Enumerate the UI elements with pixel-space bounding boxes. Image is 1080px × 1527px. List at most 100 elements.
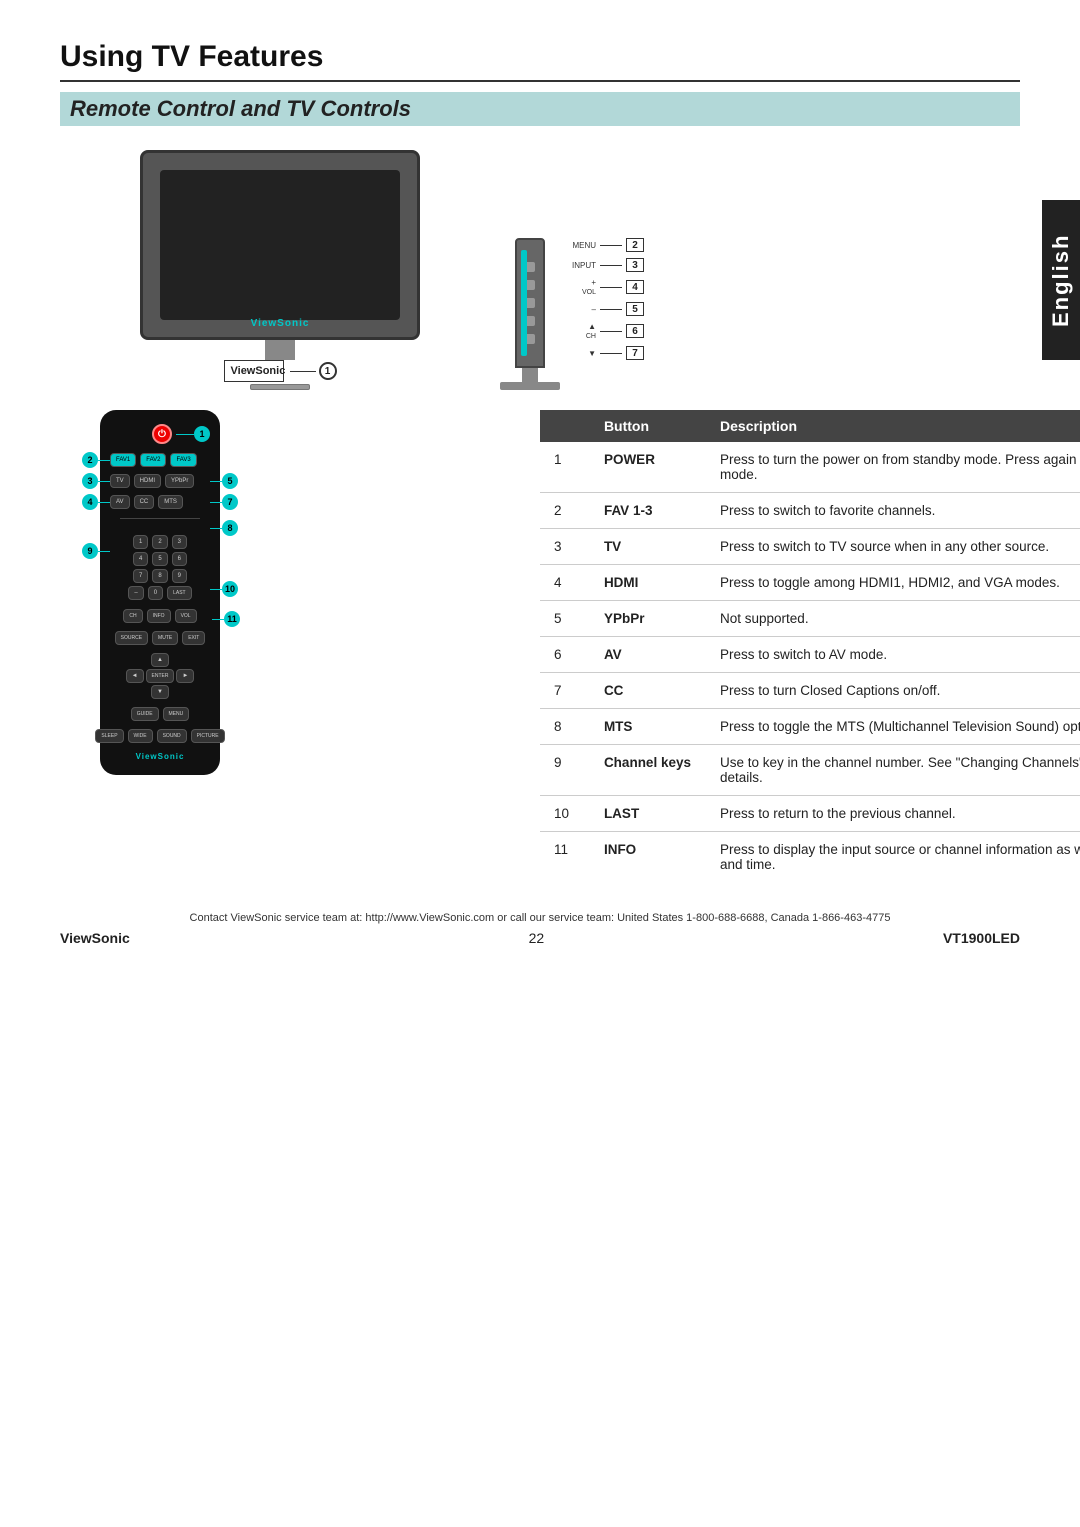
btn-dash[interactable]: –	[128, 586, 143, 600]
btn-4[interactable]: 4	[133, 552, 148, 566]
ypbpr-btn[interactable]: YPbPr	[165, 474, 194, 488]
table-column: Button Description 1 POWER Press to turn…	[290, 410, 1080, 882]
col-num-header	[540, 410, 590, 442]
row-num: 7	[540, 673, 590, 709]
page-container: English Using TV Features Remote Control…	[0, 0, 1080, 1527]
side-strip	[521, 250, 527, 356]
hdmi-btn[interactable]: HDMI	[134, 474, 161, 488]
callout-remote-5: 5	[222, 473, 238, 489]
guide-btn[interactable]: GUIDE	[131, 707, 159, 721]
numrow-4: – 0 LAST	[110, 586, 210, 600]
numrow-2: 4 5 6	[110, 552, 210, 566]
right-btn[interactable]: ►	[176, 669, 194, 683]
btn-last[interactable]: LAST	[167, 586, 192, 600]
table-row: 9 Channel keys Use to key in the channel…	[540, 745, 1080, 796]
mts-btn[interactable]: MTS	[158, 495, 183, 509]
section-title: Remote Control and TV Controls	[60, 92, 1020, 126]
row-num: 11	[540, 832, 590, 883]
row-num: 2	[540, 493, 590, 529]
row-num: 5	[540, 601, 590, 637]
tv-body: ViewSonic	[140, 150, 420, 340]
fav3-btn[interactable]: FAV3	[170, 453, 196, 467]
table-row: 11 INFO Press to display the input sourc…	[540, 832, 1080, 883]
left-btn[interactable]: ◄	[126, 669, 144, 683]
down-btn[interactable]: ▼	[151, 685, 169, 699]
source-row: TV HDMI YPbPr	[110, 474, 194, 488]
enter-btn[interactable]: ENTER	[146, 669, 175, 683]
btn-9[interactable]: 9	[172, 569, 187, 583]
up-btn[interactable]: ▲	[151, 653, 169, 667]
callout-remote-11: 11	[224, 611, 240, 627]
side-stand-base	[500, 382, 560, 390]
cc-btn[interactable]: CC	[134, 495, 155, 509]
table-row: 2 FAV 1-3 Press to switch to favorite ch…	[540, 493, 1080, 529]
mute-btn[interactable]: MUTE	[152, 631, 178, 645]
content-area: ⏻ 1 2 FAV1	[60, 410, 1020, 882]
row-button: LAST	[590, 796, 706, 832]
ch-row: CH INFO VOL	[110, 609, 210, 623]
source-mute-exit: SOURCE MUTE EXIT	[115, 631, 206, 645]
callout-remote-4: 4	[82, 494, 98, 510]
side-label-volup: +VOL 4	[568, 278, 644, 296]
row-button: FAV 1-3	[590, 493, 706, 529]
power-button[interactable]: ⏻	[152, 424, 172, 444]
fav2-btn[interactable]: FAV2	[140, 453, 166, 467]
btn-2[interactable]: 2	[152, 535, 167, 549]
fav-row: FAV1 FAV2 FAV3	[110, 453, 197, 467]
footer-model: VT1900LED	[943, 930, 1020, 946]
numrow-3: 7 8 9	[110, 569, 210, 583]
row-description: Press to turn Closed Captions on/off.	[706, 673, 1080, 709]
tv-brand-label: ViewSonic	[251, 318, 310, 329]
sleep-btn[interactable]: SLEEP	[95, 729, 123, 743]
row-description: Press to switch to AV mode.	[706, 637, 1080, 673]
exit-btn[interactable]: EXIT	[182, 631, 205, 645]
row-description: Press to switch to favorite channels.	[706, 493, 1080, 529]
vol-btn[interactable]: VOL	[175, 609, 197, 623]
btn-7[interactable]: 7	[133, 569, 148, 583]
row-button: YPbPr	[590, 601, 706, 637]
table-row: 8 MTS Press to toggle the MTS (Multichan…	[540, 709, 1080, 745]
info-btn[interactable]: INFO	[147, 609, 171, 623]
row-button: MTS	[590, 709, 706, 745]
btn-8[interactable]: 8	[152, 569, 167, 583]
side-label-input: INPUT 3	[568, 258, 644, 272]
row-button: AV	[590, 637, 706, 673]
fav1-btn[interactable]: FAV1	[110, 453, 136, 467]
source-btn[interactable]: SOURCE	[115, 631, 148, 645]
row-num: 1	[540, 442, 590, 493]
col-desc-header: Description	[706, 410, 1080, 442]
row-description: Press to toggle the MTS (Multichannel Te…	[706, 709, 1080, 745]
picture-btn[interactable]: PICTURE	[191, 729, 225, 743]
btn-0[interactable]: 0	[148, 586, 163, 600]
menu-btn[interactable]: MENU	[163, 707, 190, 721]
numrow-1: 1 2 3	[110, 535, 210, 549]
row-num: 6	[540, 637, 590, 673]
side-label-chup: ▲CH 6	[568, 322, 644, 340]
table-row: 6 AV Press to switch to AV mode.	[540, 637, 1080, 673]
wide-btn[interactable]: WIDE	[128, 729, 153, 743]
callout-remote-7: 7	[222, 494, 238, 510]
row-num: 10	[540, 796, 590, 832]
row-button: HDMI	[590, 565, 706, 601]
tv-btn[interactable]: TV	[110, 474, 130, 488]
row-button: POWER	[590, 442, 706, 493]
nav-middle: ◄ ENTER ►	[126, 669, 195, 683]
btn-3[interactable]: 3	[172, 535, 187, 549]
row-button: CC	[590, 673, 706, 709]
table-row: 7 CC Press to turn Closed Captions on/of…	[540, 673, 1080, 709]
av-btn[interactable]: AV	[110, 495, 130, 509]
btn-6[interactable]: 6	[172, 552, 187, 566]
ch-btn[interactable]: CH	[123, 609, 142, 623]
tv-screen	[160, 170, 400, 320]
guide-menu: GUIDE MENU	[131, 707, 190, 721]
features-table: Button Description 1 POWER Press to turn…	[540, 410, 1080, 882]
tv-brand-in-box: ViewSonic	[231, 365, 277, 377]
nav-cluster: ▲ ◄ ENTER ► ▼	[126, 653, 195, 699]
row-num: 8	[540, 709, 590, 745]
footer-row: ViewSonic 22 VT1900LED	[60, 930, 1020, 946]
sound-btn[interactable]: SOUND	[157, 729, 187, 743]
diagram-container: ViewSonic ViewSonic 1	[60, 150, 1020, 390]
btn-5[interactable]: 5	[152, 552, 167, 566]
callout-remote-3: 3	[82, 473, 98, 489]
btn-1[interactable]: 1	[133, 535, 148, 549]
